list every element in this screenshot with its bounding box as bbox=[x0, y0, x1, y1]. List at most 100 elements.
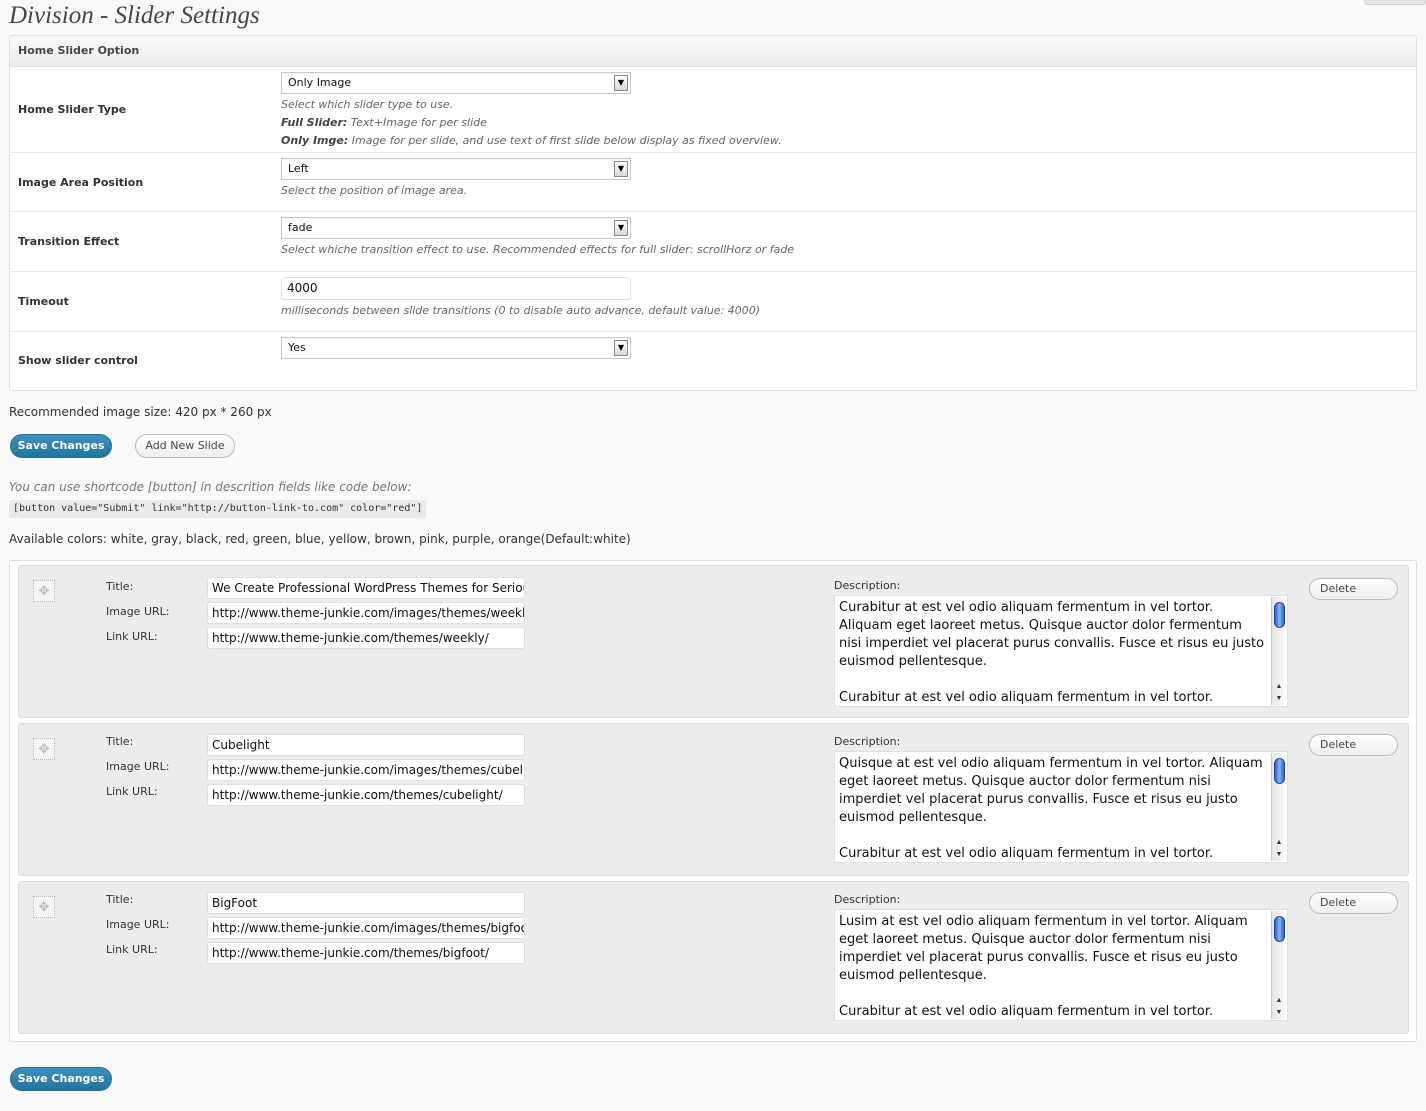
title-label: Title: bbox=[106, 580, 134, 593]
description-body: Lusim at est vel odio aliquam fermentum … bbox=[839, 914, 1248, 983]
description-label: Description: bbox=[834, 735, 901, 748]
image-position-select[interactable]: Left ▼ bbox=[281, 158, 631, 180]
slide-image-url-input[interactable]: http://www.theme-junkie.com/images/theme… bbox=[207, 917, 525, 939]
description-second-paragraph: Curabitur at est vel odio aliquam fermen… bbox=[839, 690, 1214, 705]
desc-term: Full Slider: bbox=[281, 116, 348, 129]
desc-text: Text+Image for per slide bbox=[350, 116, 487, 129]
slide-description-textarea[interactable]: Quisque at est vel odio aliquam fermentu… bbox=[834, 751, 1288, 863]
slider-control-select[interactable]: Yes ▼ bbox=[281, 337, 631, 359]
row-transition: Transition Effect fade ▼ Select whiche t… bbox=[10, 212, 1416, 272]
timeout-desc: milliseconds between slide transitions (… bbox=[281, 304, 761, 317]
desc-line: Select which slider type to use. bbox=[281, 98, 454, 111]
slide-description-textarea[interactable]: Lusim at est vel odio aliquam fermentum … bbox=[834, 909, 1288, 1021]
slide-item: ✥ Title: Image URL: Link URL: Cubelight … bbox=[18, 723, 1409, 876]
scroll-thumb[interactable] bbox=[1274, 602, 1285, 628]
slide-title-input[interactable]: We Create Professional WordPress Themes … bbox=[207, 577, 525, 599]
save-changes-button[interactable]: Save Changes bbox=[10, 434, 112, 458]
scrollbar[interactable]: ▲ ▼ bbox=[1271, 597, 1286, 705]
slider-control-value: Yes bbox=[288, 341, 306, 354]
timeout-input[interactable]: 4000 bbox=[281, 277, 631, 300]
image-url-label: Image URL: bbox=[106, 605, 170, 618]
description-text: Curabitur at est vel odio aliquam fermen… bbox=[839, 599, 1267, 706]
chevron-down-icon: ▼ bbox=[614, 340, 628, 356]
scroll-up-arrow-icon[interactable]: ▲ bbox=[1272, 995, 1286, 1007]
title-label: Title: bbox=[106, 735, 134, 748]
title-label: Title: bbox=[106, 893, 134, 906]
description-body: Quisque at est vel odio aliquam fermentu… bbox=[839, 756, 1263, 825]
desc-term: Only Imge: bbox=[281, 134, 349, 147]
scroll-down-arrow-icon[interactable]: ▼ bbox=[1272, 849, 1286, 861]
transition-select[interactable]: fade ▼ bbox=[281, 217, 631, 239]
row-slider-type: Home Slider Type Only Image ▼ Select whi… bbox=[10, 67, 1416, 153]
home-slider-options-panel: Home Slider Option Home Slider Type Only… bbox=[9, 35, 1417, 391]
image-position-desc: Select the position of image area. bbox=[281, 184, 468, 197]
panel-header: Home Slider Option bbox=[10, 36, 1416, 67]
image-url-label: Image URL: bbox=[106, 760, 170, 773]
scroll-up-arrow-icon[interactable]: ▲ bbox=[1272, 837, 1286, 849]
description-second-paragraph: Curabitur at est vel odio aliquam fermen… bbox=[839, 1004, 1214, 1019]
image-url-label: Image URL: bbox=[106, 918, 170, 931]
scroll-down-arrow-icon[interactable]: ▼ bbox=[1272, 1007, 1286, 1019]
slider-type-label: Home Slider Type bbox=[18, 103, 127, 116]
recommended-size-note: Recommended image size: 420 px * 260 px bbox=[9, 405, 272, 419]
image-position-label: Image Area Position bbox=[18, 176, 144, 189]
help-tab[interactable] bbox=[1364, 0, 1426, 5]
timeout-label: Timeout bbox=[18, 295, 69, 308]
slide-title-input[interactable]: Cubelight bbox=[207, 734, 525, 756]
save-changes-button-bottom[interactable]: Save Changes bbox=[10, 1067, 112, 1091]
scrollbar[interactable]: ▲ ▼ bbox=[1271, 753, 1286, 861]
slider-type-value: Only Image bbox=[288, 76, 352, 89]
scroll-thumb[interactable] bbox=[1274, 916, 1285, 942]
delete-slide-button[interactable]: Delete bbox=[1309, 892, 1398, 914]
slider-type-select[interactable]: Only Image ▼ bbox=[281, 72, 631, 94]
available-colors-note: Available colors: white, gray, black, re… bbox=[9, 532, 631, 546]
chevron-down-icon: ▼ bbox=[614, 161, 628, 177]
drag-handle-icon[interactable]: ✥ bbox=[33, 738, 55, 760]
scroll-down-arrow-icon[interactable]: ▼ bbox=[1272, 693, 1286, 705]
slide-link-url-input[interactable]: http://www.theme-junkie.com/themes/cubel… bbox=[207, 784, 525, 806]
page-title: Division - Slider Settings bbox=[9, 2, 260, 29]
transition-value: fade bbox=[288, 221, 313, 234]
slide-image-url-input[interactable]: http://www.theme-junkie.com/images/theme… bbox=[207, 602, 525, 624]
row-slider-control: Show slider control Yes ▼ bbox=[10, 332, 1416, 390]
slide-image-url-input[interactable]: http://www.theme-junkie.com/images/theme… bbox=[207, 759, 525, 781]
slide-description-textarea[interactable]: Curabitur at est vel odio aliquam fermen… bbox=[834, 595, 1288, 707]
delete-slide-button[interactable]: Delete bbox=[1309, 734, 1398, 756]
slide-item: ✥ Title: Image URL: Link URL: We Create … bbox=[18, 565, 1409, 718]
slides-list: ✥ Title: Image URL: Link URL: We Create … bbox=[9, 560, 1417, 1042]
drag-handle-icon[interactable]: ✥ bbox=[33, 896, 55, 918]
slide-link-url-input[interactable]: http://www.theme-junkie.com/themes/weekl… bbox=[207, 627, 525, 649]
slider-control-label: Show slider control bbox=[18, 354, 138, 367]
scrollbar[interactable]: ▲ ▼ bbox=[1271, 911, 1286, 1019]
add-new-slide-button[interactable]: Add New Slide bbox=[135, 434, 235, 458]
link-url-label: Link URL: bbox=[106, 943, 158, 956]
description-label: Description: bbox=[834, 579, 901, 592]
shortcode-hint: You can use shortcode [button] in descri… bbox=[9, 480, 412, 494]
image-position-value: Left bbox=[288, 162, 309, 175]
row-timeout: Timeout 4000 milliseconds between slide … bbox=[10, 272, 1416, 332]
description-text: Lusim at est vel odio aliquam fermentum … bbox=[839, 913, 1267, 1020]
shortcode-example: [button value="Submit" link="http://butt… bbox=[9, 500, 427, 518]
row-image-position: Image Area Position Left ▼ Select the po… bbox=[10, 153, 1416, 212]
chevron-down-icon: ▼ bbox=[614, 75, 628, 91]
desc-text: Image for per slide, and use text of fir… bbox=[351, 134, 782, 147]
slider-type-desc: Select which slider type to use. Full Sl… bbox=[281, 96, 782, 150]
slide-item: ✥ Title: Image URL: Link URL: BigFoot ht… bbox=[18, 881, 1409, 1034]
drag-handle-icon[interactable]: ✥ bbox=[33, 580, 55, 602]
desc-line: Full Slider: Text+Image for per slide bbox=[281, 114, 782, 132]
link-url-label: Link URL: bbox=[106, 630, 158, 643]
delete-slide-button[interactable]: Delete bbox=[1309, 578, 1398, 600]
scroll-thumb[interactable] bbox=[1274, 758, 1285, 784]
slide-link-url-input[interactable]: http://www.theme-junkie.com/themes/bigfo… bbox=[207, 942, 525, 964]
desc-line: Only Imge: Image for per slide, and use … bbox=[281, 132, 782, 150]
transition-label: Transition Effect bbox=[18, 235, 120, 248]
description-label: Description: bbox=[834, 893, 901, 906]
description-text: Quisque at est vel odio aliquam fermentu… bbox=[839, 755, 1267, 862]
description-second-paragraph: Curabitur at est vel odio aliquam fermen… bbox=[839, 846, 1214, 861]
transition-desc: Select whiche transition effect to use. … bbox=[281, 243, 795, 256]
description-body: Curabitur at est vel odio aliquam fermen… bbox=[839, 600, 1265, 669]
scroll-up-arrow-icon[interactable]: ▲ bbox=[1272, 681, 1286, 693]
link-url-label: Link URL: bbox=[106, 785, 158, 798]
chevron-down-icon: ▼ bbox=[614, 220, 628, 236]
slide-title-input[interactable]: BigFoot bbox=[207, 892, 525, 914]
